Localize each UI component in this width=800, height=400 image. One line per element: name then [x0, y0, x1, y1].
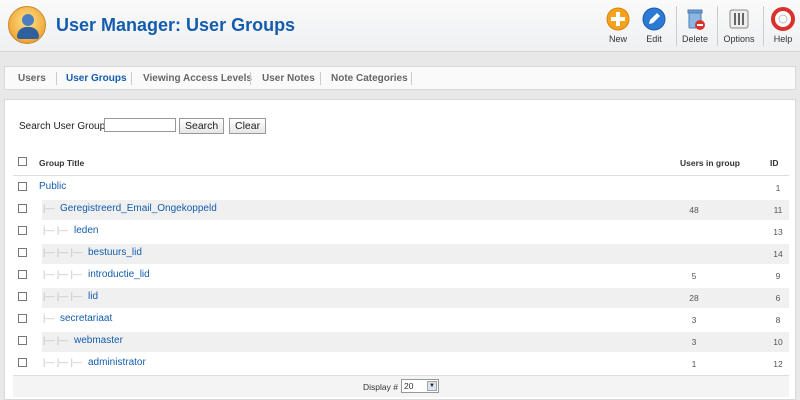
- pagination-footer: Display # 20 ▼: [13, 375, 789, 397]
- tab-divider: [56, 72, 57, 85]
- group-id: 1: [775, 183, 781, 193]
- tab-viewing-access-levels[interactable]: Viewing Access Levels: [143, 73, 252, 84]
- table-row: |— secretariaat 3 8: [13, 308, 789, 330]
- delete-icon: [687, 9, 705, 30]
- row-checkbox[interactable]: [18, 292, 27, 301]
- tree-indent: |— |—: [43, 335, 69, 345]
- tree-indent: |— |— |—: [43, 247, 83, 257]
- tab-note-categories[interactable]: Note Categories: [331, 73, 408, 84]
- group-id: 6: [775, 293, 781, 303]
- edit-button[interactable]: Edit: [633, 4, 675, 48]
- group-title-link[interactable]: introductie_lid: [88, 269, 150, 280]
- users-in-group-count: 28: [689, 293, 699, 303]
- tree-indent: |—: [43, 313, 55, 323]
- user-manager-logo-icon: [8, 6, 46, 44]
- column-id[interactable]: ID: [770, 158, 779, 168]
- help-icon: [771, 7, 795, 31]
- tree-indent: |— |— |—: [43, 291, 83, 301]
- row-checkbox[interactable]: [18, 204, 27, 213]
- tree-indent: |—: [43, 203, 55, 213]
- group-title-link[interactable]: Geregistreerd_Email_Ongekoppeld: [60, 203, 217, 214]
- users-in-group-count: 3: [691, 337, 697, 347]
- submenu: Users User Groups Viewing Access Levels …: [4, 66, 796, 90]
- column-users-in-group[interactable]: Users in group: [680, 158, 740, 168]
- chevron-down-icon: ▼: [427, 381, 437, 391]
- group-table-body: Public 1 |— Geregistreerd_Email_Ongekoppeld…: [13, 176, 789, 374]
- tab-divider: [131, 72, 132, 85]
- search-button[interactable]: Search: [179, 118, 225, 134]
- tab-users[interactable]: Users: [18, 73, 46, 84]
- group-id: 11: [773, 205, 783, 215]
- group-title-link[interactable]: webmaster: [74, 335, 123, 346]
- users-in-group-count: 1: [691, 359, 697, 369]
- row-checkbox[interactable]: [18, 358, 27, 367]
- table-header: Group Title Users in group ID: [13, 150, 789, 176]
- users-in-group-count: 3: [691, 315, 697, 325]
- row-checkbox[interactable]: [18, 336, 27, 345]
- page-title: User Manager: User Groups: [56, 15, 296, 35]
- group-title-link[interactable]: administrator: [88, 357, 146, 368]
- group-id: 9: [775, 271, 781, 281]
- group-title-link[interactable]: secretariaat: [60, 313, 112, 324]
- table-row: |— |— |— administrator 1 12: [13, 352, 789, 374]
- table-row: |— Geregistreerd_Email_Ongekoppeld 48 11: [13, 198, 789, 220]
- table-row: Public 1: [13, 176, 789, 198]
- group-id: 10: [773, 337, 783, 347]
- tree-indent: |— |— |—: [43, 269, 83, 279]
- row-checkbox[interactable]: [18, 270, 27, 279]
- group-title-link[interactable]: bestuurs_lid: [88, 247, 142, 258]
- row-checkbox[interactable]: [18, 182, 27, 191]
- group-id: 12: [773, 359, 783, 369]
- display-count-select[interactable]: 20 ▼: [401, 379, 439, 393]
- tab-divider: [250, 72, 251, 85]
- group-title-link[interactable]: leden: [74, 225, 98, 236]
- group-title-link[interactable]: Public: [39, 181, 66, 192]
- clear-button[interactable]: Clear: [229, 118, 267, 134]
- tab-user-notes[interactable]: User Notes: [262, 73, 315, 84]
- users-in-group-count: 5: [691, 271, 697, 281]
- search-input[interactable]: [104, 118, 176, 132]
- row-checkbox[interactable]: [18, 248, 27, 257]
- group-id: 14: [773, 249, 783, 259]
- group-id: 13: [773, 227, 783, 237]
- search-label: Search User Groups: [19, 121, 111, 132]
- users-in-group-count: 48: [689, 205, 699, 215]
- table-row: |— |— webmaster 3 10: [13, 330, 789, 352]
- display-label: Display #: [363, 382, 398, 392]
- tab-divider: [411, 72, 412, 85]
- group-title-link[interactable]: lid: [88, 291, 98, 302]
- tab-user-groups[interactable]: User Groups: [66, 73, 127, 84]
- table-row: |— |— |— introductie_lid 5 9: [13, 264, 789, 286]
- main-panel: Search User Groups Search Clear Group Ti…: [4, 99, 796, 400]
- tab-divider: [320, 72, 321, 85]
- table-row: |— |— |— lid 28 6: [13, 286, 789, 308]
- tree-indent: |— |— |—: [43, 357, 83, 367]
- new-icon: [606, 7, 630, 31]
- row-checkbox[interactable]: [18, 226, 27, 235]
- row-checkbox[interactable]: [18, 314, 27, 323]
- toolbar: User Manager: User Groups New Edit Delet…: [0, 0, 800, 52]
- column-group-title[interactable]: Group Title: [39, 158, 84, 168]
- delete-button[interactable]: Delete: [674, 4, 716, 48]
- options-icon: [729, 9, 749, 29]
- tree-indent: |— |—: [43, 225, 69, 235]
- options-button[interactable]: Options: [718, 4, 760, 48]
- select-all-checkbox[interactable]: [18, 157, 27, 166]
- group-id: 8: [775, 315, 781, 325]
- edit-icon: [642, 7, 666, 31]
- help-button[interactable]: Help: [762, 4, 800, 48]
- table-row: |— |— |— bestuurs_lid 14: [13, 242, 789, 264]
- table-row: |— |— leden 13: [13, 220, 789, 242]
